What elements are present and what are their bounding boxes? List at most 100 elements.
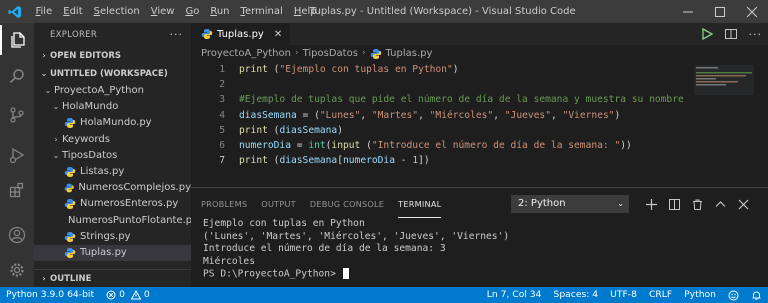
chevron-up-icon[interactable] — [715, 199, 726, 210]
line-number: 6 — [219, 139, 225, 151]
more-editor-actions-icon[interactable]: ··· — [749, 28, 763, 41]
tree-item-label: NumerosComplejos.py — [78, 182, 191, 194]
folder-tree-item[interactable]: ⌄ ProyectoA_Python — [34, 83, 191, 99]
code-token: "Introduce el número de día de la semana… — [371, 139, 621, 151]
file-tree-item[interactable]: HolaMundo.py — [34, 115, 191, 131]
line-number: 3 — [219, 94, 225, 106]
panel-tab-terminal[interactable]: TERMINAL — [398, 188, 442, 218]
file-tree-item[interactable]: NumerosPuntoFlotante.py — [34, 213, 198, 229]
panel-tabs: PROBLEMS OUTPUT DEBUG CONSOLE TERMINAL 2: P… — [191, 188, 768, 218]
code-line[interactable]: 7 print (diasSemana[numeroDia - 1]) — [191, 153, 691, 168]
menu-item[interactable]: View — [145, 6, 180, 17]
code-line[interactable]: 2 — [191, 77, 691, 92]
terminal-line: PS D:\ProyectoA_Python> — [203, 268, 768, 281]
panel-tab-problems[interactable]: PROBLEMS — [201, 188, 247, 218]
code-line[interactable]: 4 diasSemana = ("Lunes", "Martes", "Miérc… — [191, 108, 691, 123]
close-panel-icon[interactable] — [738, 199, 749, 210]
maximize-button[interactable] — [704, 0, 736, 23]
feedback-button[interactable] — [722, 287, 745, 303]
encoding[interactable]: UTF-8 — [604, 287, 643, 303]
python-file-icon — [64, 167, 76, 178]
code-token: ( — [267, 155, 280, 167]
workspace-section[interactable]: ⌄ UNTITLED (WORKSPACE) — [34, 65, 191, 83]
menu-item[interactable]: Selection — [88, 6, 145, 17]
new-terminal-icon[interactable] — [646, 198, 657, 210]
close-tab-icon[interactable]: ✕ — [274, 29, 282, 40]
code-token: )) — [620, 139, 632, 151]
search-button[interactable] — [0, 61, 34, 91]
menu-item[interactable]: Edit — [58, 6, 88, 17]
panel-tab-debug-console[interactable]: DEBUG CONSOLE — [310, 188, 384, 218]
warning-icon — [130, 290, 141, 300]
breadcrumb-segment[interactable]: TiposDatos — [303, 45, 358, 62]
file-tree-item[interactable]: NumerosComplejos.py — [34, 180, 191, 196]
minimize-button[interactable] — [672, 0, 704, 23]
terminal-line: Ejemplo con tuplas en Python — [203, 218, 768, 231]
source-control-button[interactable] — [0, 100, 34, 130]
open-editors-section[interactable]: › OPEN EDITORS — [34, 47, 191, 65]
end-of-line[interactable]: CRLF — [643, 287, 678, 303]
code-editor[interactable]: 1 print ("Ejemplo con tuplas en Python") 2… — [191, 62, 691, 168]
editor-group: Tuplas.py ✕ ··· ProyectoA_Python › TiposDa… — [191, 23, 768, 186]
run-debug-button[interactable] — [0, 140, 34, 170]
file-tree-item[interactable]: Listas.py — [34, 164, 191, 180]
minimap[interactable] — [694, 65, 754, 105]
panel-tab-output[interactable]: OUTPUT — [261, 188, 296, 218]
close-window-button[interactable] — [736, 0, 768, 23]
menu-item[interactable]: Terminal — [235, 6, 288, 17]
code-line[interactable]: 1 print ("Ejemplo con tuplas en Python") — [191, 62, 691, 77]
folder-tree-item[interactable]: ⌄ HolaMundo — [34, 99, 191, 115]
chevron-right-icon: › — [42, 273, 46, 283]
split-editor-icon[interactable] — [724, 28, 737, 40]
manage-button[interactable] — [0, 255, 34, 285]
terminal-output[interactable]: Ejemplo con tuplas en Python ('Lunes', 'M… — [191, 218, 768, 281]
tab-tuplas[interactable]: Tuplas.py ✕ — [191, 23, 291, 45]
outline-section[interactable]: › OUTLINE — [34, 269, 191, 287]
code-text: #Ejemplo de tuplas que pide el número de… — [225, 92, 684, 107]
explorer-button[interactable] — [0, 25, 34, 55]
run-file-icon[interactable] — [701, 28, 713, 40]
tree-item-label: TiposDatos — [62, 149, 118, 161]
tree-item-label: NumerosPuntoFlotante.py — [68, 214, 199, 226]
code-token: "Martes" — [371, 109, 419, 121]
notifications-button[interactable] — [745, 287, 768, 303]
breadcrumb-segment[interactable]: Tuplas.py — [386, 45, 433, 62]
file-tree-item[interactable]: NumerosEnteros.py — [34, 196, 191, 212]
feedback-icon — [728, 290, 739, 300]
code-token: numeroDia — [343, 155, 395, 167]
menu-item[interactable]: Run — [205, 6, 235, 17]
code-line[interactable]: 3 #Ejemplo de tuplas que pide el número d… — [191, 92, 691, 107]
close-icon — [747, 6, 757, 17]
problems-counter[interactable]: 0 0 — [100, 287, 156, 303]
split-terminal-icon[interactable] — [669, 198, 680, 210]
breadcrumb-segment[interactable]: ProyectoA_Python — [201, 45, 291, 62]
more-actions-icon[interactable]: ··· — [170, 23, 184, 47]
python-interpreter[interactable]: Python 3.9.0 64-bit — [0, 287, 100, 303]
terminal-select[interactable]: 2: Python ⌄ — [511, 195, 629, 213]
language-mode[interactable]: Python — [678, 287, 722, 303]
tree-item-label: HolaMundo — [62, 101, 119, 113]
accounts-button[interactable] — [0, 220, 34, 250]
file-tree-item[interactable]: Strings.py — [34, 229, 191, 245]
menu-item[interactable]: File — [30, 6, 58, 17]
folder-tree-item[interactable]: ⌄ TiposDatos — [34, 148, 191, 164]
code-line[interactable]: 6 numeroDia = int(input ("Introduce el nú… — [191, 138, 691, 153]
code-token: print — [239, 155, 268, 167]
extensions-icon — [9, 182, 24, 198]
indentation[interactable]: Spaces: 4 — [547, 287, 604, 303]
maximize-icon — [715, 6, 725, 17]
code-token: , — [493, 109, 505, 121]
menu-label-rest: erminal — [244, 6, 283, 17]
line-number: 1 — [219, 64, 225, 75]
code-token: numeroDia — [239, 139, 291, 151]
folder-tree-item[interactable]: › Keywords — [34, 132, 191, 148]
file-tree-item[interactable]: Tuplas.py — [34, 244, 191, 262]
menu-item[interactable]: Go — [180, 6, 205, 17]
cursor-position[interactable]: Ln 7, Col 34 — [481, 287, 548, 303]
extensions-button[interactable] — [0, 175, 34, 205]
terminal-select-value: 2: Python — [518, 198, 566, 209]
trash-icon[interactable] — [692, 199, 703, 210]
editor-actions: ··· — [701, 23, 763, 45]
code-line[interactable]: 5 print (diasSemana) — [191, 123, 691, 138]
